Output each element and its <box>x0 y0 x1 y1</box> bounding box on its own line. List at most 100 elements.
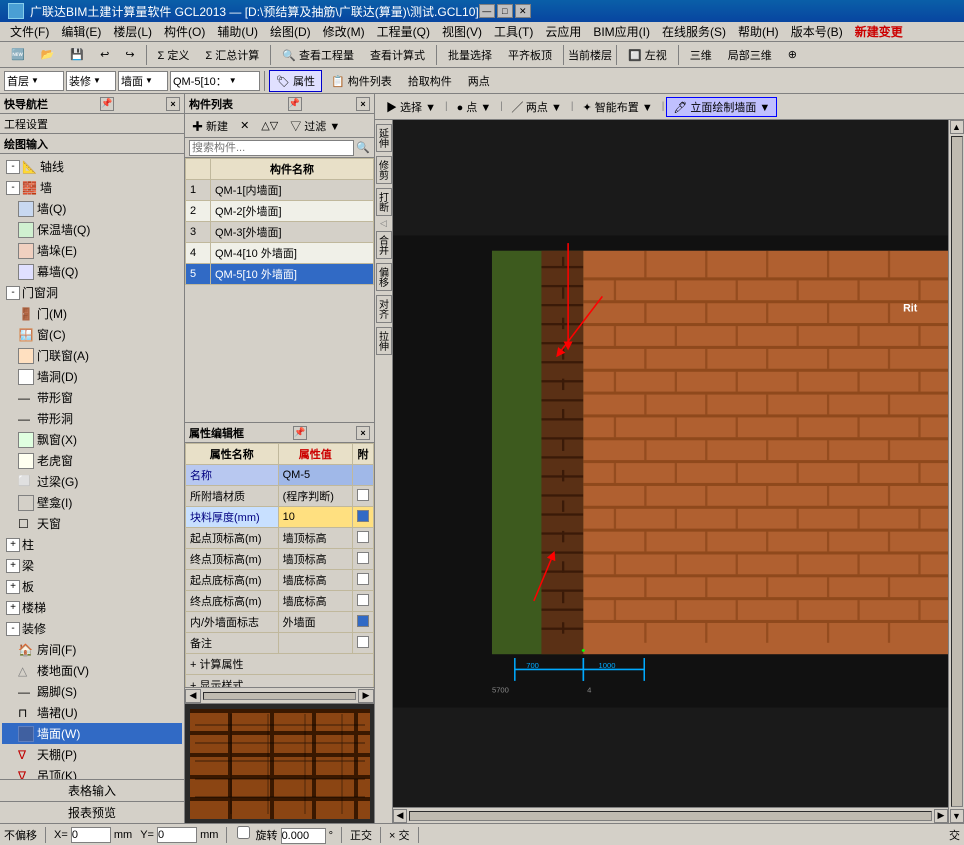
tree-item-dormer[interactable]: 老虎窗 <box>2 450 182 471</box>
comp-row-2[interactable]: 2 QM-2[外墙面] <box>186 201 374 222</box>
attr-row-thickness[interactable]: 块料厚度(mm) 10 <box>186 507 374 528</box>
attr-row-name[interactable]: 名称 QM-5 <box>186 465 374 486</box>
btn-new[interactable]: 🆕 <box>4 44 32 66</box>
scroll-left[interactable]: ◀ <box>185 689 201 703</box>
btn-define[interactable]: Σ 定义 <box>151 44 197 66</box>
menu-edit[interactable]: 编辑(E) <box>55 22 107 41</box>
comp-panel-close[interactable]: × <box>356 97 370 111</box>
btn-extend[interactable]: 延伸 <box>376 124 392 152</box>
btn-delete-comp[interactable]: ✕ <box>235 116 254 136</box>
btn-elevation-draw[interactable]: 🖊 立面绘制墙面 ▼ <box>666 97 777 117</box>
comp-row-3[interactable]: 3 QM-3[外墙面] <box>186 222 374 243</box>
menu-draw[interactable]: 绘图(D) <box>264 22 317 41</box>
tree-item-suspended[interactable]: ∇ 吊顶(K) <box>2 765 182 779</box>
attr-row-material[interactable]: 所附墙材质 (程序判断) <box>186 486 374 507</box>
btn-redo[interactable]: ↪ <box>118 44 141 66</box>
menu-assist[interactable]: 辅助(U) <box>211 22 264 41</box>
btn-3d[interactable]: 三维 <box>683 44 719 66</box>
btn-report-preview[interactable]: 报表预览 <box>0 801 184 823</box>
comp-search-input[interactable] <box>189 140 354 156</box>
btn-full[interactable]: ⊕ <box>781 44 804 66</box>
btn-smart-layout[interactable]: ✦ 智能布置 ▼ <box>575 97 659 117</box>
tree-item-ceiling[interactable]: ∇ 天棚(P) <box>2 744 182 765</box>
expand-wall[interactable]: - <box>6 181 20 195</box>
project-settings-section[interactable]: 工程设置 <box>0 114 184 134</box>
attr-panel-scrollbar[interactable]: ◀ ▶ <box>185 687 374 703</box>
btn-merge[interactable]: 合并 <box>376 231 392 259</box>
tree-item-door-window[interactable]: 门联窗(A) <box>2 345 182 366</box>
btn-point-place[interactable]: ● 点 ▼ <box>450 97 499 117</box>
tree-item-wall-pier[interactable]: 墙垛(E) <box>2 240 182 261</box>
tree-item-door[interactable]: 🚪 门(M) <box>2 303 182 324</box>
btn-pick-comp[interactable]: 拾取构件 <box>401 70 459 92</box>
btn-align-slab[interactable]: 平齐板顶 <box>501 44 559 66</box>
attr-expand-display[interactable]: + 显示样式 <box>186 675 374 688</box>
attr-panel-close[interactable]: × <box>356 426 370 440</box>
checkbox-material[interactable] <box>357 489 369 501</box>
tree-item-strip-hole[interactable]: — 带形洞 <box>2 408 182 429</box>
menu-tools[interactable]: 工具(T) <box>488 22 539 41</box>
menu-quantity[interactable]: 工程量(Q) <box>371 22 436 41</box>
hscroll-right[interactable]: ▶ <box>934 809 948 823</box>
btn-two-point[interactable]: 两点 <box>461 70 497 92</box>
btn-align[interactable]: 对齐 <box>376 295 392 323</box>
tree-item-skirting[interactable]: — 踢脚(S) <box>2 681 182 702</box>
tree-item-wall-q[interactable]: 墙(Q) <box>2 198 182 219</box>
checkbox-bot-end[interactable] <box>357 594 369 606</box>
rotate-input[interactable] <box>281 828 326 844</box>
tree-item-wall[interactable]: - 🧱 墙 <box>2 177 182 198</box>
checkbox-bot-start[interactable] <box>357 573 369 585</box>
btn-batch-select[interactable]: 批量选择 <box>441 44 499 66</box>
tree-item-inswall[interactable]: 保温墙(Q) <box>2 219 182 240</box>
btn-select[interactable]: ▶ 选择 ▼ <box>379 97 443 117</box>
tree-item-stair[interactable]: + 楼梯 <box>2 597 182 618</box>
tree-item-skylight[interactable]: ☐ 天窗 <box>2 513 182 534</box>
expand-beam[interactable]: + <box>6 559 20 573</box>
checkbox-top-end[interactable] <box>357 552 369 564</box>
floor-dropdown[interactable]: 首层 ▼ <box>4 71 64 91</box>
nav-panel-pin[interactable]: 📌 <box>100 97 114 111</box>
menu-view[interactable]: 视图(V) <box>436 22 488 41</box>
btn-save[interactable]: 💾 <box>63 44 91 66</box>
btn-filter[interactable]: ▽ 过滤 ▼ <box>285 116 345 136</box>
menu-online[interactable]: 在线服务(S) <box>656 22 732 41</box>
menu-component[interactable]: 构件(O) <box>158 22 211 41</box>
btn-two-point-draw[interactable]: ╱ 两点 ▼ <box>505 97 569 117</box>
expand-stair[interactable]: + <box>6 601 20 615</box>
tree-item-dado[interactable]: ⊓ 墙裙(U) <box>2 702 182 723</box>
btn-open[interactable]: 📂 <box>34 44 62 66</box>
tree-item-column[interactable]: + 柱 <box>2 534 182 555</box>
attr-row-top-start[interactable]: 起点顶标高(m) 墙顶标高 <box>186 528 374 549</box>
tree-item-decoration[interactable]: - 装修 <box>2 618 182 639</box>
btn-property[interactable]: 🏷 属性 <box>269 70 322 92</box>
tree-item-opening[interactable]: - 门窗洞 <box>2 282 182 303</box>
coord-x-input[interactable] <box>71 827 111 843</box>
tree-item-wall-hole[interactable]: 墙洞(D) <box>2 366 182 387</box>
attr-calc-expand-label[interactable]: + 计算属性 <box>186 654 374 675</box>
wall-dropdown[interactable]: 墙面 ▼ <box>118 71 168 91</box>
scroll-track[interactable] <box>203 692 356 700</box>
btn-undo[interactable]: ↩ <box>93 44 116 66</box>
btn-local-3d[interactable]: 局部三维 <box>721 44 779 66</box>
tree-item-window[interactable]: 🪟 窗(C) <box>2 324 182 345</box>
vscroll-up[interactable]: ▲ <box>950 120 964 134</box>
menu-bim[interactable]: BIM应用(I) <box>587 22 656 41</box>
btn-trim[interactable]: 修剪 <box>376 156 392 184</box>
maximize-button[interactable]: □ <box>497 4 513 18</box>
menu-version[interactable]: 版本号(B) <box>785 22 849 41</box>
hscroll-left[interactable]: ◀ <box>393 809 407 823</box>
comp-row-5[interactable]: 5 QM-5[10 外墙面] <box>186 264 374 285</box>
draw-input-section[interactable]: 绘图输入 <box>0 134 184 154</box>
btn-view-formula[interactable]: 查看计算式 <box>363 44 432 66</box>
btn-comp-list-tab[interactable]: 📋 构件列表 <box>324 70 399 92</box>
btn-view-qty[interactable]: 🔍 查看工程量 <box>275 44 361 66</box>
expand-opening[interactable]: - <box>6 286 20 300</box>
expand-slab[interactable]: + <box>6 580 20 594</box>
attr-panel-pin[interactable]: 📌 <box>293 426 307 440</box>
rotate-checkbox[interactable] <box>237 826 250 839</box>
tree-item-room[interactable]: 🏠 房间(F) <box>2 639 182 660</box>
btn-offset[interactable]: 偏移 <box>376 263 392 291</box>
menu-cloud[interactable]: 云应用 <box>539 22 587 41</box>
tree-item-niche[interactable]: 壁龛(I) <box>2 492 182 513</box>
canvas-hscroll[interactable]: ◀ ▶ <box>393 807 948 823</box>
